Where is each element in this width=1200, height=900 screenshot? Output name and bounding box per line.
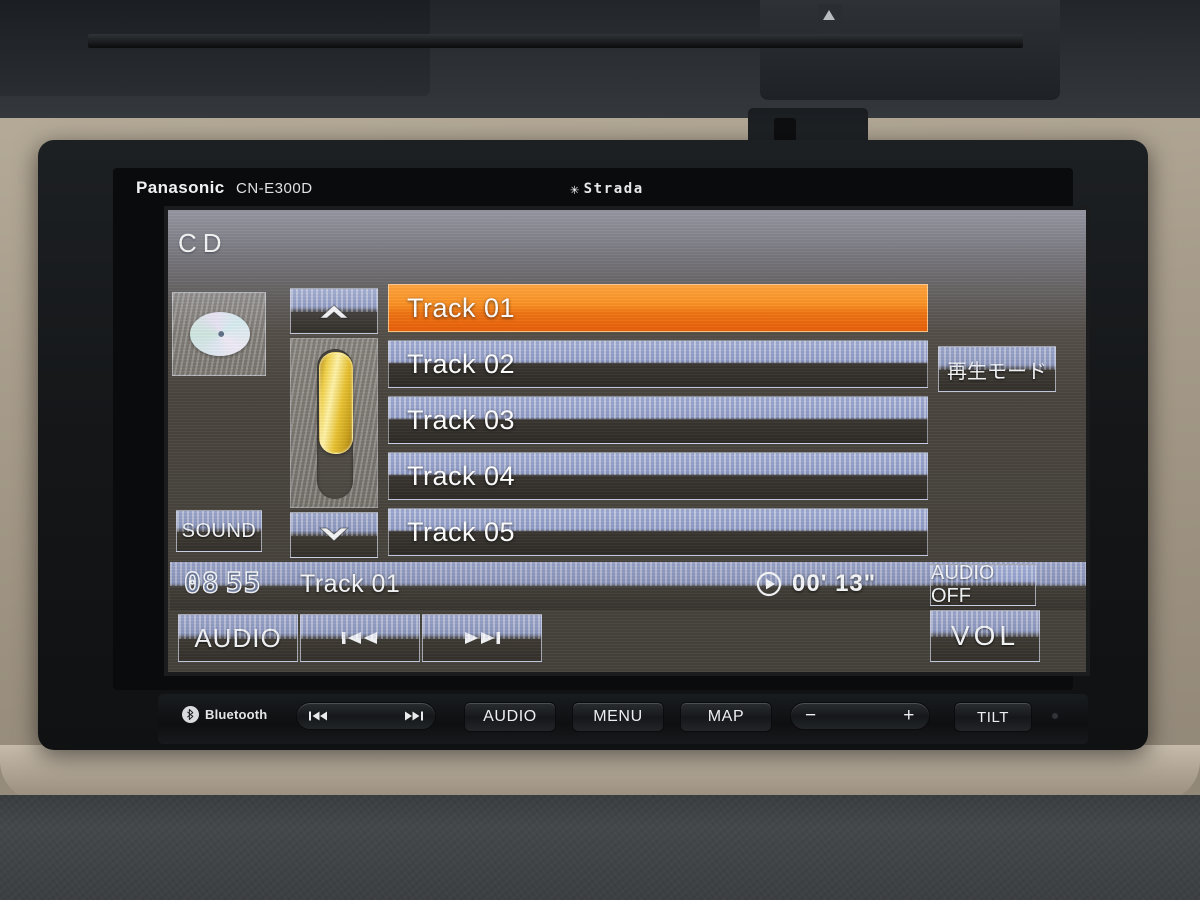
clock-minutes: 55 [225, 565, 262, 600]
track-label: Track 02 [407, 348, 516, 379]
sound-button-label: SOUND [181, 519, 257, 542]
clock-display: 08 55 [183, 565, 262, 600]
hw-tilt-label: TILT [976, 708, 1010, 726]
track-label: Track 03 [407, 404, 516, 435]
audio-off-label: AUDIO OFF [931, 562, 995, 607]
volume-button-label: VOL [950, 620, 1020, 651]
playback-status: 00' 13" [756, 570, 876, 598]
track-label: Track 01 [407, 292, 516, 323]
brand-row: Panasonic CN-E300D ✳ Strada [0, 178, 1200, 204]
hw-audio-button[interactable]: AUDIO [464, 702, 556, 732]
air-vent-assembly [760, 0, 1060, 100]
hw-skip-next-icon[interactable] [403, 710, 425, 722]
elapsed-time: 00' 13" [792, 570, 877, 597]
hw-skip-previous-icon[interactable] [307, 710, 329, 722]
hw-track-skip-rocker[interactable] [296, 702, 436, 730]
dashboard-left-panel [0, 0, 430, 96]
track-list-item[interactable]: Track 02 [388, 340, 928, 388]
bluetooth-indicator: Bluetooth [182, 706, 267, 723]
hw-tilt-button[interactable]: TILT [954, 702, 1032, 732]
hw-volume-up-label[interactable]: + [903, 705, 915, 727]
bluetooth-label: Bluetooth [205, 707, 268, 722]
disc-eject-slot[interactable] [88, 34, 1023, 48]
disc-indicator-tile [172, 292, 266, 376]
track-label: Track 05 [407, 516, 516, 547]
hazard-triangle-icon [823, 10, 835, 20]
scrollbar-track[interactable] [290, 338, 378, 508]
skip-previous-icon [337, 628, 383, 648]
source-label: CD [178, 228, 228, 258]
dashboard-upper [0, 0, 1200, 118]
skip-next-icon [459, 628, 505, 648]
play-mode-label: 再生モード [947, 360, 1047, 383]
hw-menu-label: MENU [593, 708, 643, 725]
volume-button[interactable]: VOL [930, 610, 1040, 662]
hw-reset-pinhole[interactable] [1052, 713, 1058, 719]
model-number: CN-E300D [236, 180, 313, 197]
dashboard-shelf-lip [0, 745, 1200, 801]
clock-hours: 08 [183, 565, 220, 600]
now-playing-label: Track 01 [300, 570, 401, 598]
play-mode-button[interactable]: 再生モード [938, 346, 1056, 392]
track-list-item[interactable]: Track 01 [388, 284, 928, 332]
hw-menu-button[interactable]: MENU [572, 702, 664, 732]
dashboard-leather-panel [0, 795, 1200, 900]
panasonic-logo: Panasonic [136, 178, 225, 197]
hw-volume-down-label[interactable]: − [805, 705, 817, 727]
sound-button[interactable]: SOUND [176, 510, 262, 552]
hw-map-label: MAP [707, 708, 745, 725]
audio-screen-button[interactable]: AUDIO [178, 614, 298, 662]
hw-map-button[interactable]: MAP [680, 702, 772, 732]
chevron-up-icon [316, 301, 352, 321]
play-circle-icon [756, 571, 782, 597]
strada-logo: ✳ Strada [570, 179, 644, 198]
compact-disc-icon [190, 312, 250, 356]
strada-wordmark: Strada [583, 181, 644, 197]
bluetooth-icon [182, 706, 199, 723]
track-list-item[interactable]: Track 05 [388, 508, 928, 556]
audio-screen-label: AUDIO [194, 622, 282, 653]
track-list-item[interactable]: Track 03 [388, 396, 928, 444]
chevron-down-icon [316, 525, 352, 545]
track-label: Track 04 [407, 460, 516, 491]
car-head-unit-scene: Panasonic CN-E300D ✳ Strada CD SOUND Trac… [0, 0, 1200, 900]
asterisk-star-icon: ✳ [570, 180, 581, 198]
audio-off-button[interactable]: AUDIO OFF [930, 562, 1036, 607]
scroll-up-button[interactable] [290, 288, 378, 334]
scrollbar-thumb[interactable] [319, 352, 353, 454]
previous-track-button[interactable] [300, 614, 420, 662]
track-list-item[interactable]: Track 04 [388, 452, 928, 500]
hw-audio-label: AUDIO [483, 708, 537, 725]
next-track-button[interactable] [422, 614, 542, 662]
scroll-down-button[interactable] [290, 512, 378, 558]
hw-volume-rocker[interactable]: − + [790, 702, 930, 730]
